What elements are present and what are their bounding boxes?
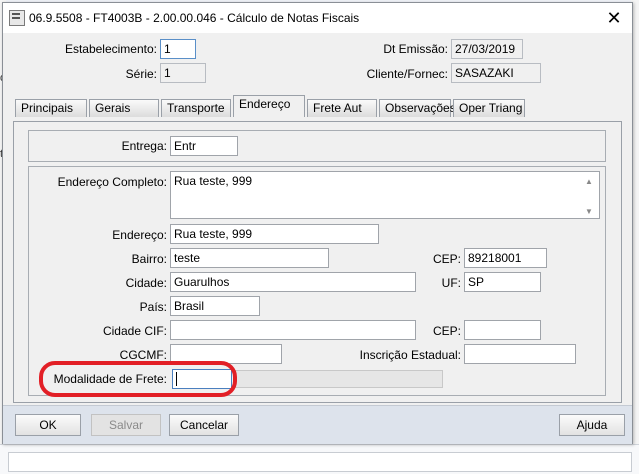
- app-icon: [9, 10, 25, 26]
- cidade-label: Cidade:: [125, 276, 167, 290]
- tab-observacoes[interactable]: Observações: [379, 99, 456, 117]
- cep-cif-label: CEP:: [432, 324, 461, 338]
- cidade-cif-field[interactable]: [170, 320, 416, 340]
- ok-button[interactable]: OK: [15, 414, 81, 436]
- tab-oper-triang[interactable]: Oper Triang: [453, 99, 525, 117]
- serie-field[interactable]: 1: [160, 63, 206, 83]
- cliente-fornec-label: Cliente/Fornec:: [366, 67, 448, 81]
- inscricao-estadual-field[interactable]: [464, 344, 576, 364]
- cidade-field[interactable]: Guarulhos: [170, 272, 416, 292]
- scroll-up-icon[interactable]: ▲: [585, 174, 593, 190]
- entrega-field[interactable]: Entr: [170, 136, 238, 156]
- window-title: 06.9.5508 - FT4003B - 2.00.00.046 - Cálc…: [29, 11, 360, 25]
- background-input: [8, 452, 632, 472]
- endereco-completo-textarea[interactable]: Rua teste, 999 ▲ ▼: [170, 171, 600, 219]
- close-icon[interactable]: ✕: [603, 7, 625, 29]
- cidade-cif-label: Cidade CIF:: [102, 324, 167, 338]
- annotation-highlight: [39, 361, 237, 397]
- scroll-down-icon[interactable]: ▼: [585, 204, 593, 218]
- cgcmf-label: CGCMF:: [119, 348, 167, 362]
- tab-principais[interactable]: Principais: [15, 99, 87, 117]
- title-bar[interactable]: 06.9.5508 - FT4003B - 2.00.00.046 - Cálc…: [3, 3, 632, 33]
- serie-label: Série:: [125, 67, 157, 81]
- cep-cif-field[interactable]: [464, 320, 541, 340]
- pais-field[interactable]: Brasil: [170, 296, 260, 316]
- cep-field[interactable]: 89218001: [464, 248, 547, 268]
- dt-emissao-field[interactable]: 27/03/2019: [451, 39, 523, 59]
- ajuda-button[interactable]: Ajuda: [559, 414, 625, 436]
- tab-gerais[interactable]: Gerais: [89, 99, 159, 117]
- modalidade-frete-description: [235, 370, 443, 388]
- salvar-button[interactable]: Salvar: [91, 414, 161, 436]
- button-bar: OK Salvar Cancelar Ajuda: [3, 405, 632, 444]
- endereco-completo-text: Rua teste, 999: [174, 174, 253, 188]
- cep-label: CEP:: [432, 252, 461, 266]
- estabelecimento-field[interactable]: 1: [160, 39, 196, 59]
- dt-emissao-label: Dt Emissão:: [383, 42, 448, 56]
- inscricao-estadual-label: Inscrição Estadual:: [359, 348, 461, 362]
- entrega-label: Entrega:: [121, 139, 167, 153]
- entrega-group: Entrega: Entr: [28, 130, 606, 162]
- endereco-completo-label: Endereço Completo:: [57, 175, 167, 189]
- bairro-label: Bairro:: [131, 252, 167, 266]
- pais-label: País:: [139, 300, 167, 314]
- tab-transporte[interactable]: Transporte: [161, 99, 231, 117]
- dialog-window: 06.9.5508 - FT4003B - 2.00.00.046 - Cálc…: [2, 2, 633, 444]
- uf-field[interactable]: SP: [464, 272, 541, 292]
- endereco-label: Endereço:: [112, 228, 167, 242]
- tab-endereco[interactable]: Endereço: [233, 95, 305, 117]
- estabelecimento-label: Estabelecimento:: [64, 42, 157, 56]
- endereco-field[interactable]: Rua teste, 999: [170, 224, 379, 244]
- bairro-field[interactable]: teste: [170, 248, 329, 268]
- cancelar-button[interactable]: Cancelar: [169, 414, 239, 436]
- uf-label: UF:: [441, 276, 461, 290]
- cliente-fornec-field[interactable]: SASAZAKI: [451, 63, 541, 83]
- tab-frete-aut[interactable]: Frete Aut: [307, 99, 377, 117]
